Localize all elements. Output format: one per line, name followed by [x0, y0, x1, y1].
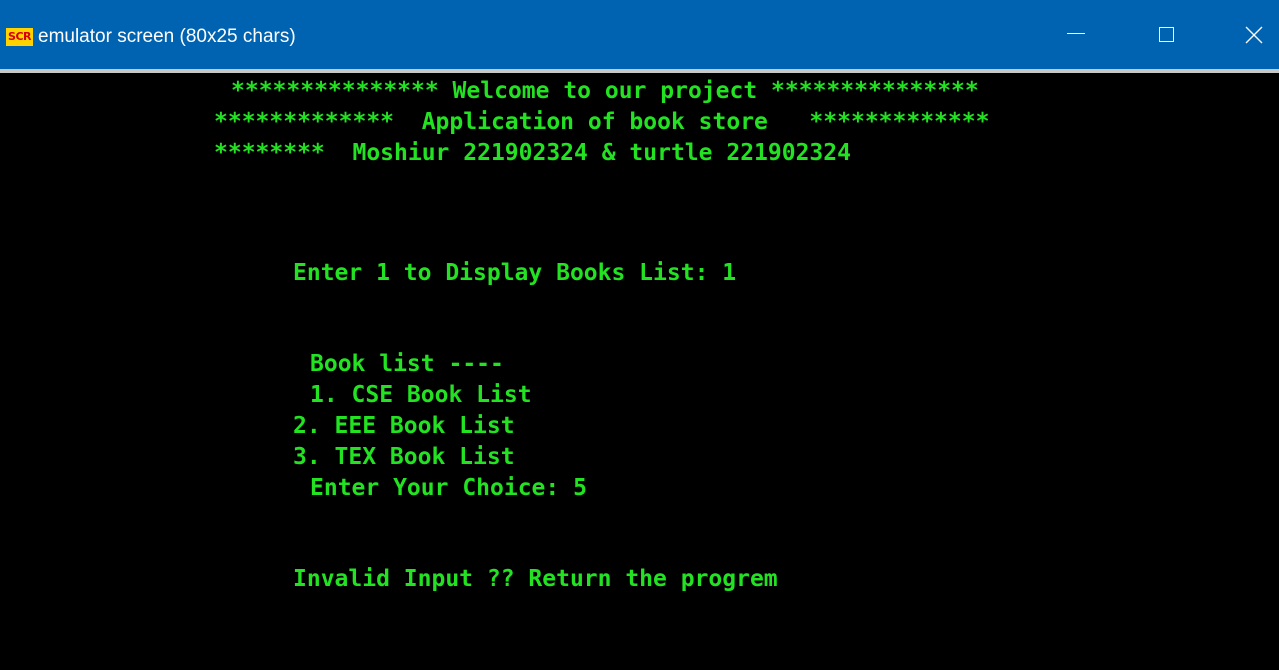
title-bar[interactable]: SCR emulator screen (80x25 chars): [0, 0, 1279, 73]
book-option-tex: 3. TEX Book List: [293, 444, 515, 470]
app-icon[interactable]: SCR: [6, 28, 33, 46]
maximize-button[interactable]: [1136, 0, 1196, 69]
close-button[interactable]: [1228, 0, 1279, 69]
header-line-authors: ******** Moshiur 221902324 & turtle 2219…: [214, 140, 851, 166]
error-message: Invalid Input ?? Return the progrem: [293, 566, 778, 592]
book-list-heading: Book list ----: [310, 351, 504, 377]
window-title: emulator screen (80x25 chars): [38, 26, 296, 47]
book-option-eee: 2. EEE Book List: [293, 413, 515, 439]
minimize-button[interactable]: [1046, 0, 1106, 69]
close-icon: [1245, 26, 1263, 44]
book-option-cse: 1. CSE Book List: [310, 382, 532, 408]
choice-prompt: Enter Your Choice: 5: [310, 475, 587, 501]
header-line-app-name: ************* Application of book store …: [214, 109, 990, 135]
minimize-icon: [1067, 33, 1085, 34]
header-line-welcome: *************** Welcome to our project *…: [231, 78, 979, 104]
display-books-prompt: Enter 1 to Display Books List: 1: [293, 260, 737, 286]
emulator-window: SCR emulator screen (80x25 chars) ******…: [0, 0, 1279, 670]
terminal-screen[interactable]: *************** Welcome to our project *…: [0, 73, 1279, 670]
maximize-icon: [1158, 27, 1174, 42]
